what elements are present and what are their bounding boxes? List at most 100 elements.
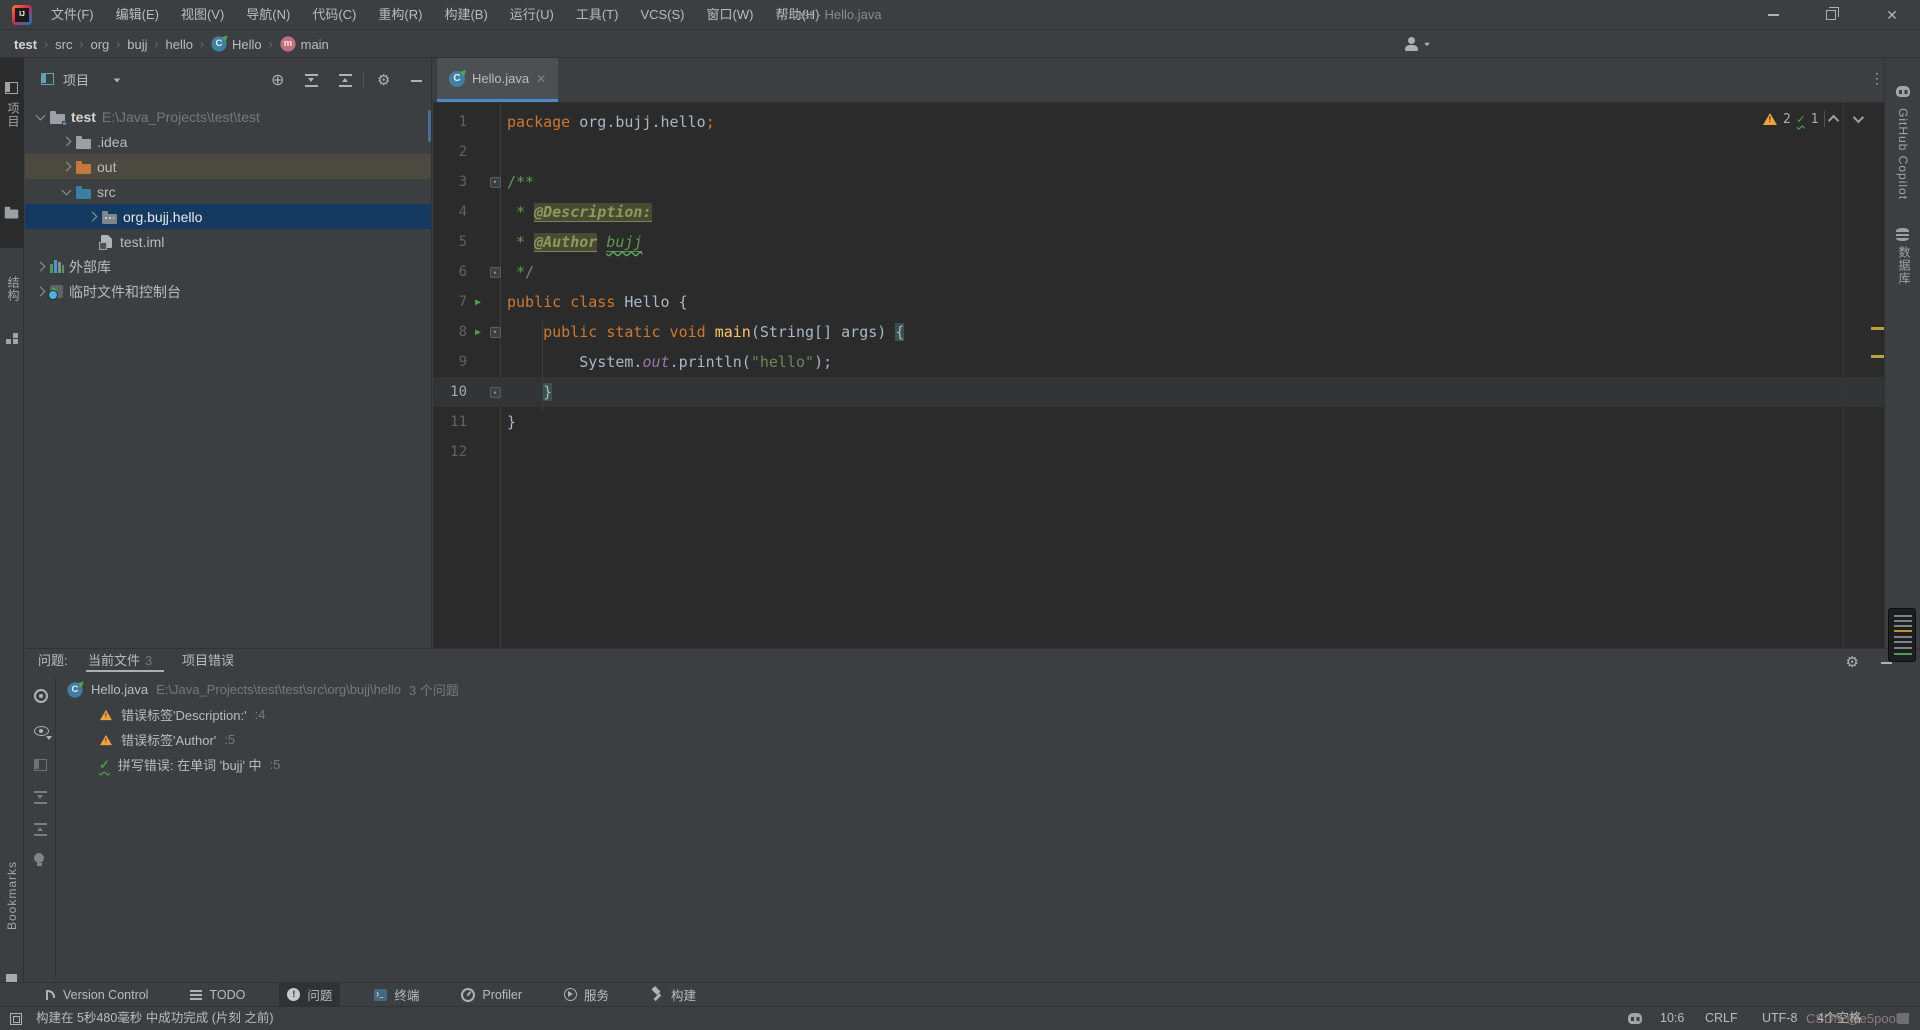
error-stripe-warning-mark[interactable] xyxy=(1871,327,1884,330)
chevron-down-icon[interactable] xyxy=(35,110,46,120)
hide-problems-icon[interactable] xyxy=(1881,662,1892,664)
tool-stripe-copilot-button[interactable] xyxy=(1896,86,1910,97)
quick-fix-button[interactable] xyxy=(34,853,44,866)
editor-line-11[interactable]: 11} xyxy=(433,407,1884,437)
menu-item-3[interactable]: 视图(V) xyxy=(170,0,235,30)
problems-file-row[interactable]: Hello.java E:\Java_Projects\test\test\src… xyxy=(57,677,459,702)
editor-line-2[interactable]: 2 xyxy=(433,137,1884,167)
editor-line-6[interactable]: 6 ▴ */ xyxy=(433,257,1884,287)
breadcrumb-item-test[interactable]: test xyxy=(14,37,37,52)
menu-item-1[interactable]: 文件(F) xyxy=(40,0,105,30)
tool-window-button-branch[interactable]: Version Control xyxy=(36,983,156,1007)
bookmarks-stripe-label[interactable]: Bookmarks xyxy=(5,861,19,930)
select-opened-file-button[interactable]: ⊕ xyxy=(271,73,284,89)
line-separator[interactable]: CRLF xyxy=(1705,1007,1738,1030)
copilot-status-button[interactable] xyxy=(1628,1013,1642,1024)
tree-row-org.bujj.hello[interactable]: org.bujj.hello xyxy=(25,204,431,229)
chevron-right-icon[interactable] xyxy=(61,136,72,147)
hide-panel-button[interactable] xyxy=(411,80,422,82)
collapse-all-button[interactable] xyxy=(34,823,47,836)
editor-line-12[interactable]: 12 xyxy=(433,437,1884,467)
chevron-right-icon[interactable] xyxy=(61,161,72,172)
file-encoding[interactable]: UTF-8 xyxy=(1762,1007,1797,1030)
view-options-button[interactable] xyxy=(34,723,52,740)
menu-item-7[interactable]: 构建(B) xyxy=(433,0,498,30)
tab-hello-java[interactable]: Hello.java ✕ xyxy=(437,58,559,102)
close-button[interactable]: ✕ xyxy=(1869,0,1915,30)
editor-line-4[interactable]: 4 * @Description: xyxy=(433,197,1884,227)
tree-row-out[interactable]: out xyxy=(25,154,431,179)
menu-item-11[interactable]: 窗口(W) xyxy=(696,0,765,30)
open-preview-button[interactable] xyxy=(34,759,47,771)
project-scrollbar-thumb[interactable] xyxy=(428,110,431,142)
problem-item-2[interactable]: 错误标签'Author':5 xyxy=(57,727,459,752)
breadcrumb-item-hello[interactable]: Hello xyxy=(211,36,262,52)
tree-row-src[interactable]: src xyxy=(25,179,431,204)
tool-window-button-services[interactable]: 服务 xyxy=(556,983,617,1007)
editor-line-8[interactable]: 8 ▶ ▾ public static void main(String[] arg… xyxy=(433,317,1884,347)
tool-window-button-terminal[interactable]: 终端 xyxy=(366,983,427,1007)
copilot-stripe-label[interactable]: GitHub Copilot xyxy=(1896,108,1910,200)
run-gutter-icon[interactable]: ▶ xyxy=(469,327,487,338)
maximize-button[interactable] xyxy=(1808,0,1854,30)
problem-item-1[interactable]: 错误标签'Description:':4 xyxy=(57,702,459,727)
previous-problem-chevron-icon[interactable] xyxy=(1828,114,1840,127)
expand-all-button[interactable] xyxy=(305,74,318,87)
code-editor[interactable]: 1 package org.bujj.hello; 2 3 ▾ /** 4 * @Descr… xyxy=(433,103,1884,648)
tree-row-test[interactable]: test E:\Java_Projects\test\test xyxy=(25,104,431,129)
editor-line-1[interactable]: 1 package org.bujj.hello; xyxy=(433,107,1884,137)
tool-window-button-todo[interactable]: TODO xyxy=(182,983,253,1007)
tree-row-test.iml[interactable]: test.iml xyxy=(25,229,431,254)
chevron-down-icon[interactable] xyxy=(61,185,72,195)
menu-item-10[interactable]: VCS(S) xyxy=(629,0,695,30)
tool-stripe-folder-button[interactable] xyxy=(4,205,19,224)
chevron-down-icon[interactable] xyxy=(113,78,121,83)
inspections-widget[interactable]: 2 ✓ 1 xyxy=(1763,111,1865,127)
severity-filter-button[interactable] xyxy=(34,689,48,703)
tab-project-errors[interactable]: 项目错误 xyxy=(182,649,234,673)
fold-marker-icon[interactable]: ▴ xyxy=(489,266,501,278)
tool-window-button-hammer[interactable]: 构建 xyxy=(643,983,704,1007)
tree-row---------[interactable]: 临时文件和控制台 xyxy=(25,279,431,304)
tool-window-button-profiler[interactable]: Profiler xyxy=(453,983,530,1007)
expand-all-button[interactable] xyxy=(34,791,47,804)
fold-marker-icon[interactable]: ▴ xyxy=(489,386,501,398)
breadcrumb-item-main[interactable]: main xyxy=(280,36,329,52)
menu-item-8[interactable]: 运行(U) xyxy=(499,0,565,30)
minimize-button[interactable] xyxy=(1750,0,1796,30)
chevron-right-icon[interactable] xyxy=(35,261,46,272)
menu-item-6[interactable]: 重构(R) xyxy=(367,0,433,30)
tree-row----[interactable]: 外部库 xyxy=(25,254,431,279)
problems-settings-gear-icon[interactable]: ⚙ xyxy=(1846,655,1859,670)
project-panel-title[interactable]: 项目 xyxy=(63,70,89,89)
editor-line-10[interactable]: 10 ▴ } xyxy=(433,377,1884,407)
database-stripe-label[interactable]: 数据库 xyxy=(1896,246,1913,285)
project-stripe-label[interactable]: 项目 xyxy=(5,102,22,128)
tool-stripe-database-button[interactable] xyxy=(1896,228,1909,241)
editor-line-3[interactable]: 3 ▾ /** xyxy=(433,167,1884,197)
problem-item-3[interactable]: ✓ 拼写错误: 在单词 'bujj' 中:5 xyxy=(57,752,459,777)
menu-item-2[interactable]: 编辑(E) xyxy=(105,0,170,30)
fold-marker-icon[interactable]: ▾ xyxy=(489,176,501,188)
tool-stripe-project-button[interactable] xyxy=(5,82,18,94)
editor-line-5[interactable]: 5 * @Author bujj xyxy=(433,227,1884,257)
chevron-right-icon[interactable] xyxy=(35,286,46,297)
profile-button[interactable] xyxy=(1404,36,1431,52)
caret-position[interactable]: 10:6 xyxy=(1660,1007,1684,1030)
tool-stripe-structure-button[interactable] xyxy=(6,333,18,345)
tool-window-switcher-button[interactable] xyxy=(10,1013,22,1025)
breadcrumb-item-src[interactable]: src xyxy=(55,37,72,52)
menu-item-5[interactable]: 代码(C) xyxy=(301,0,367,30)
run-gutter-icon[interactable]: ▶ xyxy=(469,297,487,308)
editor-options-kebab-icon[interactable]: ⋮ xyxy=(1870,70,1884,87)
error-stripe-warning-mark[interactable] xyxy=(1871,355,1884,358)
menu-item-9[interactable]: 工具(T) xyxy=(565,0,630,30)
tree-row-.idea[interactable]: .idea xyxy=(25,129,431,154)
editor-line-7[interactable]: 7 ▶ public class Hello { xyxy=(433,287,1884,317)
menu-item-4[interactable]: 导航(N) xyxy=(235,0,301,30)
breadcrumb-item-hello[interactable]: hello xyxy=(166,37,193,52)
editor-line-9[interactable]: 9 System.out.println("hello"); xyxy=(433,347,1884,377)
breadcrumb-item-bujj[interactable]: bujj xyxy=(127,37,147,52)
collapse-all-button[interactable] xyxy=(339,74,352,87)
tab-close-icon[interactable]: ✕ xyxy=(536,72,546,86)
